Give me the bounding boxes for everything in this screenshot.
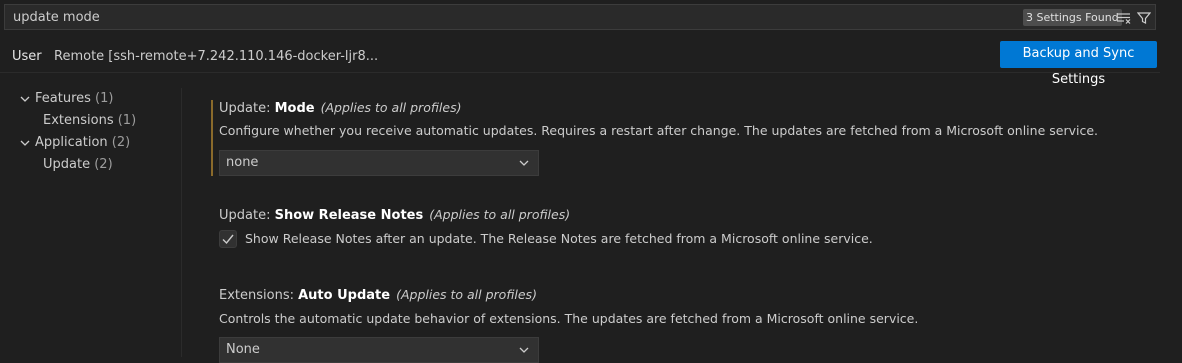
toc-count: (2) <box>94 157 113 172</box>
toc-item-extensions[interactable]: Extensions (1) <box>43 113 136 128</box>
setting-update-mode: Update: Mode (Applies to all profiles) Co… <box>211 100 1151 180</box>
toc-count: (1) <box>117 113 137 128</box>
setting-category: Update: <box>219 208 275 223</box>
setting-title: Update: Show Release Notes (Applies to al… <box>219 207 570 223</box>
filter-icon[interactable] <box>1135 9 1153 27</box>
toc-label: Application <box>35 135 108 150</box>
release-notes-checkbox[interactable] <box>219 230 237 248</box>
toc-item-application[interactable]: Application (2) <box>18 135 130 150</box>
search-input[interactable]: update mode <box>13 10 100 25</box>
update-mode-select[interactable]: none <box>219 150 539 176</box>
setting-scope: (Applies to all profiles) <box>396 287 537 302</box>
toc-item-update[interactable]: Update (2) <box>43 157 113 172</box>
select-value: None <box>226 342 260 357</box>
toc-label: Extensions <box>43 113 114 128</box>
toc-label: Update <box>43 157 91 172</box>
setting-category: Extensions: <box>219 288 299 303</box>
toc-count: (2) <box>111 135 131 150</box>
tab-user[interactable]: User <box>12 49 42 64</box>
chevron-down-icon <box>519 160 529 166</box>
toc-item-features[interactable]: Features (1) <box>18 91 113 106</box>
auto-update-select[interactable]: None <box>219 337 539 363</box>
setting-title: Update: Mode (Applies to all profiles) <box>219 100 461 116</box>
backup-sync-button[interactable]: Backup and Sync Settings <box>1000 41 1157 87</box>
setting-show-release-notes: Update: Show Release Notes (Applies to al… <box>211 207 1151 257</box>
setting-name: Auto Update <box>298 288 391 303</box>
setting-extensions-auto-update: Extensions: Auto Update (Applies to all p… <box>211 287 1151 363</box>
select-value: none <box>226 155 259 170</box>
clear-filter-icon[interactable] <box>1115 9 1133 27</box>
divider <box>0 72 1160 73</box>
setting-scope: (Applies to all profiles) <box>320 100 462 115</box>
setting-description: Show Release Notes after an update. The … <box>245 231 873 246</box>
modified-indicator <box>211 100 213 176</box>
chevron-down-icon <box>519 347 529 353</box>
setting-name: Mode <box>274 101 315 116</box>
setting-name: Show Release Notes <box>274 208 424 223</box>
check-icon <box>222 234 234 245</box>
setting-title: Extensions: Auto Update (Applies to all p… <box>219 287 537 303</box>
divider <box>181 88 182 357</box>
tab-remote[interactable]: Remote [ssh-remote+7.242.110.146-docker-… <box>54 49 378 64</box>
setting-category: Update: <box>219 101 275 116</box>
results-count-badge: 3 Settings Found <box>1023 9 1122 26</box>
chevron-down-icon <box>20 140 30 146</box>
setting-description: Configure whether you receive automatic … <box>219 123 1098 138</box>
chevron-down-icon <box>20 96 30 102</box>
toc-label: Features <box>35 91 91 106</box>
setting-scope: (Applies to all profiles) <box>429 207 571 222</box>
toc-count: (1) <box>95 91 114 106</box>
settings-search-bar[interactable]: update mode 3 Settings Found <box>4 4 1156 30</box>
setting-description: Controls the automatic update behavior o… <box>219 311 919 326</box>
